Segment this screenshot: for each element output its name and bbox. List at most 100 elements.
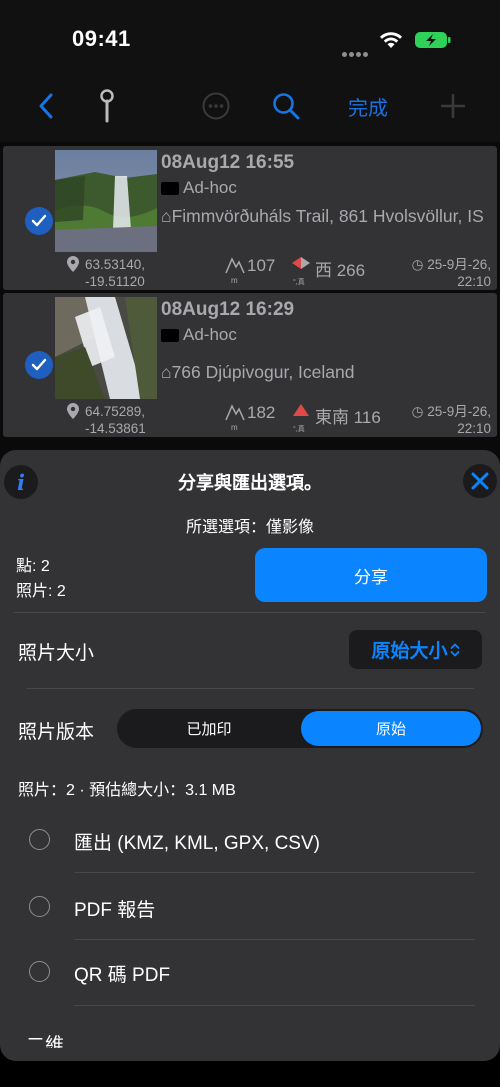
photo-direction: 東南 116 °,真	[291, 403, 381, 433]
photo-size-select[interactable]: 原始大小	[349, 630, 482, 669]
mountain-icon	[225, 404, 245, 421]
plus-icon	[441, 94, 465, 118]
wifi-icon	[380, 32, 402, 48]
divider	[14, 612, 486, 613]
selection-summary: 所選選項：僅影像	[185, 519, 314, 536]
compass-direction-icon	[293, 404, 309, 416]
pin-icon	[100, 89, 114, 123]
pin-button[interactable]	[92, 80, 122, 132]
photo-list: 08Aug12 16:55 Ad-hoc ⌂Fimmvörðuháls Trai…	[0, 142, 500, 462]
home-indicator-area	[0, 1061, 500, 1087]
radio-unchecked-icon[interactable]	[29, 961, 50, 982]
version-option-original[interactable]: 原始	[301, 711, 481, 746]
photo-thumbnail[interactable]	[55, 150, 157, 252]
direction-value: 東南 116	[315, 408, 381, 427]
clock-icon: ◷	[411, 257, 428, 272]
photo-direction: 西 266 °,真	[291, 256, 366, 286]
photo-size-label: 照片大小	[18, 643, 95, 664]
mountain-icon	[225, 257, 245, 274]
compass-direction-icon	[292, 257, 310, 269]
ellipsis-circle-icon	[202, 92, 230, 120]
option-label: 匯出 (KMZ, KML, GPX, CSV)	[74, 833, 320, 854]
photo-address: ⌂766 Djúpivogur, Iceland	[161, 362, 355, 382]
status-time: 09:41	[72, 26, 131, 51]
altitude-value: 182	[247, 403, 276, 422]
divider	[74, 872, 475, 873]
back-button[interactable]	[30, 80, 62, 132]
photo-version-label: 照片版本	[18, 722, 95, 743]
folder-icon	[161, 328, 179, 342]
date-line-1: 25-9月-26,	[427, 257, 491, 272]
photo-address: ⌂Fimmvörðuháls Trail, 861 Hvolsvöllur, I…	[161, 206, 484, 226]
share-button[interactable]: 分享	[255, 548, 487, 602]
photo-date: ◷ 25-9月-26, 22:10	[412, 256, 491, 290]
status-bar: 09:41	[0, 0, 500, 80]
next-option-peek: 二維	[26, 1034, 66, 1048]
folder-name: Ad-hoc	[183, 178, 237, 197]
clock-icon: ◷	[411, 404, 428, 419]
folder-name: Ad-hoc	[183, 325, 237, 344]
pdf-report-option[interactable]: PDF 報告	[0, 877, 500, 937]
divider	[74, 939, 475, 940]
altitude-value: 107	[247, 256, 276, 275]
points-count: 點: 2	[16, 558, 50, 575]
option-label: PDF 報告	[74, 900, 156, 921]
close-icon	[471, 472, 489, 490]
checkmark-selected-icon[interactable]	[25, 207, 53, 235]
radio-unchecked-icon[interactable]	[29, 896, 50, 917]
photo-title: 08Aug12 16:55	[161, 152, 295, 173]
search-icon	[273, 93, 300, 120]
altitude-unit: m	[231, 423, 238, 432]
location-pin-icon	[67, 403, 79, 419]
longitude: -19.51120	[85, 274, 145, 289]
photos-count: 照片: 2	[16, 583, 66, 600]
nav-bar: 完成	[0, 80, 500, 142]
photo-folder: Ad-hoc	[161, 325, 237, 345]
folder-icon	[161, 181, 179, 195]
version-option-printed[interactable]: 已加印	[119, 711, 299, 746]
photo-row[interactable]: 08Aug12 16:55 Ad-hoc ⌂Fimmvörðuháls Trai…	[3, 146, 497, 290]
checkmark-selected-icon[interactable]	[25, 351, 53, 379]
photo-title: 08Aug12 16:29	[161, 299, 295, 320]
latitude: 63.53140,	[85, 257, 146, 272]
battery-charging-icon	[415, 32, 451, 48]
photo-date: ◷ 25-9月-26, 22:10	[412, 403, 491, 437]
photo-row[interactable]: 08Aug12 16:29 Ad-hoc ⌂766 Djúpivogur, Ic…	[3, 293, 497, 437]
qr-pdf-option[interactable]: QR 碼 PDF	[0, 942, 500, 1002]
photo-size-value: 原始大小	[371, 641, 448, 662]
photo-altitude: 107 m	[225, 256, 276, 285]
date-line-1: 25-9月-26,	[427, 404, 491, 419]
direction-unit: °,真	[293, 426, 305, 433]
divider	[26, 688, 474, 689]
radio-unchecked-icon[interactable]	[29, 829, 50, 850]
done-button[interactable]: 完成	[340, 80, 396, 132]
photo-altitude: 182 m	[225, 403, 276, 432]
photo-folder: Ad-hoc	[161, 178, 237, 198]
estimate-summary: 照片：2 · 預估總大小：3.1 MB	[18, 782, 236, 799]
peek-label: 二維	[26, 1035, 65, 1048]
date-line-2: 22:10	[457, 421, 491, 436]
photo-coordinates: 64.75289, -14.53861	[67, 403, 146, 437]
longitude: -14.53861	[85, 421, 146, 436]
photo-coordinates: 63.53140, -19.51120	[67, 256, 145, 290]
export-kmz-option[interactable]: 匯出 (KMZ, KML, GPX, CSV)	[0, 810, 500, 870]
chevron-up-down-icon	[450, 643, 459, 656]
close-button[interactable]	[463, 464, 497, 498]
add-button[interactable]	[438, 80, 468, 132]
option-label: QR 碼 PDF	[74, 965, 171, 986]
search-button[interactable]	[268, 80, 304, 132]
location-pin-icon	[67, 256, 79, 272]
photo-version-segmented-control: 已加印 原始	[117, 709, 483, 748]
photo-thumbnail[interactable]	[55, 297, 157, 399]
direction-unit: °,真	[293, 279, 305, 286]
signal-dots-icon	[342, 44, 370, 57]
share-export-sheet: i 分享與匯出選項。 所選選項：僅影像 點: 2 照片: 2 分享 照片大小 原…	[0, 450, 500, 1061]
divider	[74, 1005, 475, 1006]
altitude-unit: m	[231, 276, 238, 285]
more-button[interactable]	[200, 80, 232, 132]
chevron-left-icon	[39, 93, 53, 119]
sheet-title: 分享與匯出選項。	[178, 473, 322, 493]
direction-value: 西 266	[315, 261, 366, 280]
date-line-2: 22:10	[457, 274, 491, 289]
latitude: 64.75289,	[85, 404, 146, 419]
